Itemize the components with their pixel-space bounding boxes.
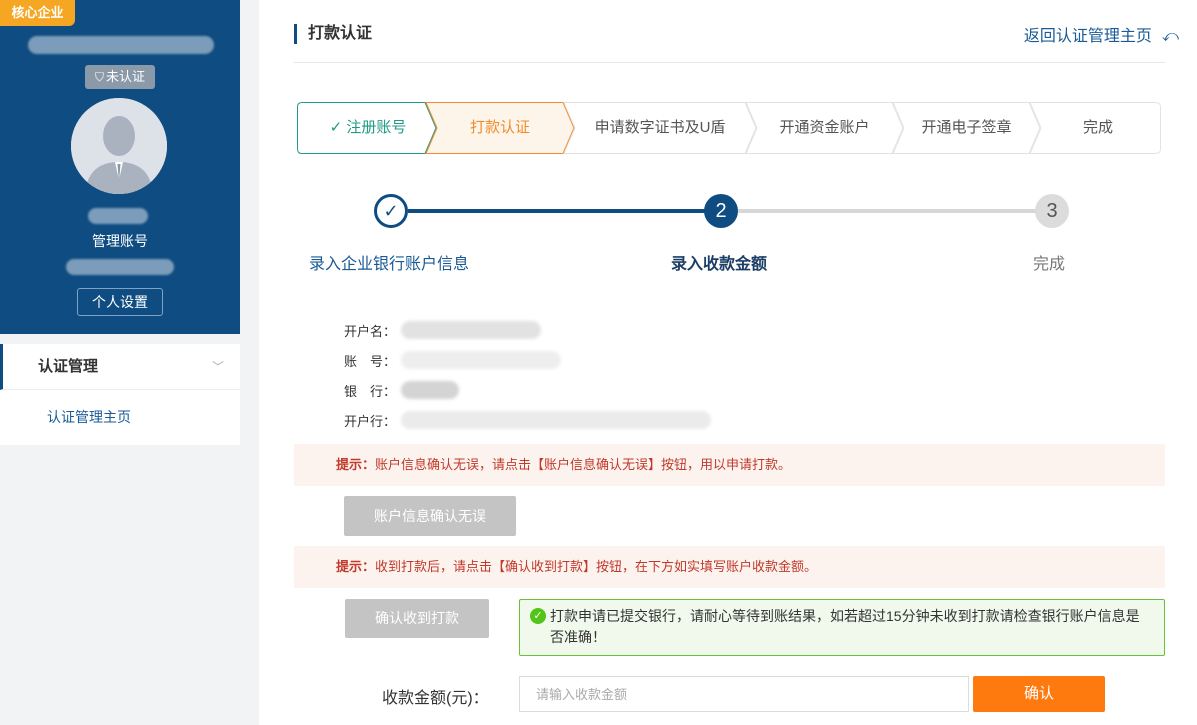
menu-section-certification[interactable]: 认证管理 ﹀	[0, 344, 240, 390]
certification-stepbar: ✓ 注册账号 打款认证 申请数字证书及U盾 开通资金账户 开通电子签章 完成	[297, 102, 1161, 154]
step-label: 完成	[1082, 119, 1113, 136]
progress-step2-circle: 2	[704, 194, 738, 228]
step-open-e-signature: 开通电子签章	[904, 102, 1029, 154]
check-icon: ✓	[383, 201, 399, 221]
account-role: 管理账号	[92, 233, 148, 249]
success-message-text: 打款申请已提交银行，请耐心等待到账结果，如若超过15分钟未收到打款请检查银行账户…	[550, 608, 1140, 645]
account-name-label: 开户名：	[344, 324, 397, 339]
personal-settings-button[interactable]: 个人设置	[77, 288, 163, 316]
user-name-redacted	[88, 208, 148, 224]
step-register-account: ✓ 注册账号	[307, 102, 429, 154]
step-payment-verification: 打款认证	[437, 102, 563, 154]
avatar[interactable]	[71, 98, 167, 194]
chevron-down-icon: ﹀	[211, 360, 224, 374]
step-label: 开通资金账户	[779, 119, 870, 136]
tip-text: 账户信息确认无误，请点击【账户信息确认无误】按钮，用以申请打款。	[375, 457, 792, 472]
account-number-label: 账 号：	[344, 354, 397, 369]
tip-confirm-payment-received: 提示：收到打款后，请点击【确认收到打款】按钮，在下方如实填写账户收款金额。	[294, 546, 1165, 588]
step-complete: 完成	[1041, 102, 1155, 154]
return-arrow-icon: ⤺	[1161, 28, 1179, 45]
account-number-redacted	[401, 351, 561, 369]
progress-step3-label: 完成	[1033, 256, 1066, 273]
sidebar-menu: 认证管理 ﹀ 认证管理主页	[0, 344, 240, 445]
progress-step2-label: 录入收款金额	[671, 256, 768, 273]
account-id-redacted	[66, 259, 174, 275]
amount-label: 收款金额(元)：	[382, 690, 489, 707]
account-name-redacted	[401, 321, 541, 339]
progress-step3-circle: 3	[1035, 194, 1069, 228]
check-icon: ✓	[329, 119, 343, 136]
step-apply-digital-certificate: 申请数字证书及U盾	[575, 102, 745, 154]
success-message-box: ✓ 打款申请已提交银行，请耐心等待到账结果，如若超过15分钟未收到打款请检查银行…	[519, 599, 1165, 656]
sidebar-profile-panel: 核心企业 ⛉ 未认证 管理账号 个人设置	[0, 0, 240, 334]
sidebar-item-certification-home[interactable]: 认证管理主页	[0, 390, 240, 444]
progress-line-pending	[738, 209, 1038, 213]
title-divider	[294, 62, 1165, 63]
confirm-account-info-button[interactable]: 账户信息确认无误	[344, 496, 516, 536]
bank-redacted	[401, 381, 459, 399]
amount-input[interactable]	[519, 676, 969, 712]
tip-prefix: 提示：	[336, 559, 376, 574]
progress-step3-number: 3	[1046, 200, 1058, 222]
back-link-label: 返回认证管理主页	[1023, 28, 1152, 45]
tip-prefix: 提示：	[336, 457, 376, 472]
confirm-button[interactable]: 确认	[973, 676, 1105, 712]
confirm-payment-received-button[interactable]: 确认收到打款	[345, 599, 489, 638]
verification-status-text: 未认证	[106, 69, 146, 84]
progress-line-done	[408, 209, 722, 213]
progress-step1-circle: ✓	[374, 194, 408, 228]
step-open-fund-account: 开通资金账户	[757, 102, 892, 154]
shield-icon: ⛉	[94, 70, 104, 84]
back-to-certification-home-link[interactable]: 返回认证管理主页 ⤺	[1024, 22, 1179, 46]
tip-confirm-account-info: 提示：账户信息确认无误，请点击【账户信息确认无误】按钮，用以申请打款。	[294, 444, 1165, 486]
main-content: 打款认证 返回认证管理主页 ⤺ ✓ 注册账号 打款认证 申请数字证书及U盾 开通资…	[259, 0, 1197, 725]
tip-text: 收到打款后，请点击【确认收到打款】按钮，在下方如实填写账户收款金额。	[375, 559, 818, 574]
company-name-redacted	[28, 36, 214, 54]
page-title: 打款认证	[294, 24, 372, 44]
user-silhouette-icon	[71, 98, 167, 194]
verification-status-badge: ⛉ 未认证	[85, 65, 155, 89]
bank-label: 银 行：	[344, 384, 397, 399]
branch-redacted	[401, 411, 711, 429]
core-enterprise-badge: 核心企业	[0, 0, 75, 26]
step-label: 申请数字证书及U盾	[594, 119, 726, 136]
menu-section-label: 认证管理	[38, 358, 99, 375]
step-label: 注册账号	[346, 119, 407, 136]
progress-step1-label: 录入企业银行账户信息	[309, 256, 470, 273]
branch-label: 开户行：	[344, 414, 397, 429]
progress-step2-number: 2	[715, 200, 727, 222]
check-circle-icon: ✓	[530, 608, 546, 624]
step-label: 开通电子签章	[921, 119, 1012, 136]
step-label: 打款认证	[469, 119, 530, 136]
